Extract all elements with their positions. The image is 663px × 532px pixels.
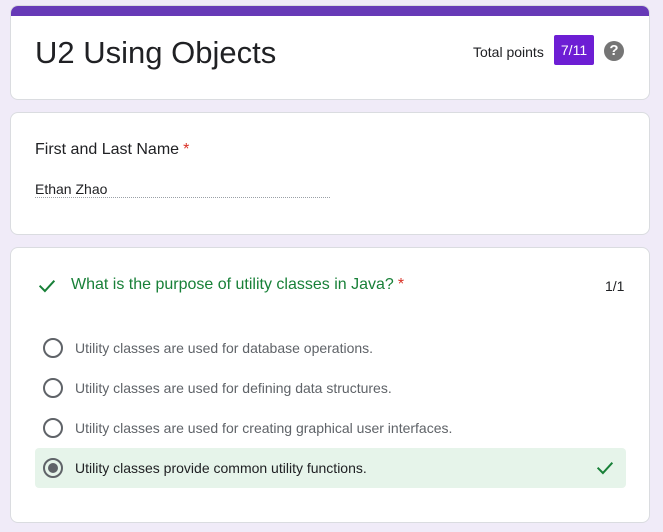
option-item[interactable]: Utility classes are used for database op…: [35, 328, 626, 368]
question-score: 1/1: [605, 278, 625, 294]
score-badge: 7/11: [554, 35, 594, 65]
radio-button[interactable]: [43, 418, 63, 438]
check-icon: [38, 280, 56, 293]
radio-button-selected[interactable]: [43, 458, 63, 478]
radio-button[interactable]: [43, 338, 63, 358]
option-item-correct[interactable]: Utility classes provide common utility f…: [35, 448, 626, 488]
question-title-text: What is the purpose of utility classes i…: [71, 276, 394, 293]
name-answer: Ethan Zhao: [35, 181, 108, 197]
option-label: Utility classes are used for defining da…: [75, 380, 392, 396]
question-title: What is the purpose of utility classes i…: [71, 274, 404, 296]
form-page: U2 Using Objects Total points 7/11 ? Fir…: [0, 0, 663, 532]
theme-color-bar: [11, 6, 649, 16]
option-label: Utility classes are used for creating gr…: [75, 420, 453, 436]
form-title: U2 Using Objects: [35, 35, 277, 70]
option-item[interactable]: Utility classes are used for creating gr…: [35, 408, 626, 448]
answer-underline: [35, 197, 330, 198]
option-item[interactable]: Utility classes are used for defining da…: [35, 368, 626, 408]
required-asterisk: *: [397, 276, 405, 293]
option-label: Utility classes provide common utility f…: [75, 460, 367, 476]
mc-question-card: What is the purpose of utility classes i…: [10, 247, 650, 523]
form-header-card: U2 Using Objects Total points 7/11 ?: [10, 5, 650, 100]
radio-button[interactable]: [43, 378, 63, 398]
check-icon: [596, 462, 614, 475]
help-circle-icon[interactable]: ?: [604, 41, 624, 61]
question-label: First and Last Name *: [35, 139, 189, 161]
total-points-label: Total points: [473, 44, 544, 60]
name-question-card: First and Last Name * Ethan Zhao: [10, 112, 650, 235]
question-label-text: First and Last Name: [35, 141, 180, 158]
required-asterisk: *: [183, 141, 190, 158]
option-label: Utility classes are used for database op…: [75, 340, 374, 356]
